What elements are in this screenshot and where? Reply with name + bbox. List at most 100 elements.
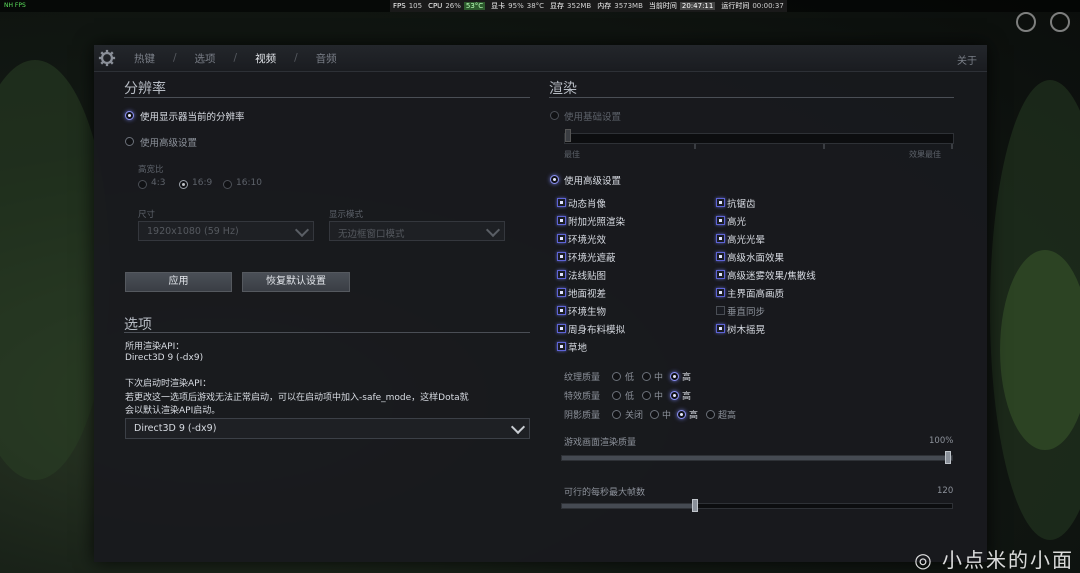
render-option-checkbox[interactable]: [557, 288, 566, 297]
max-fps-fill: [562, 504, 695, 508]
chevron-down-icon: [485, 222, 501, 238]
stat-gpu: 显卡 95% 38°C: [491, 2, 545, 10]
display-mode-dropdown[interactable]: 无边框窗口模式: [329, 221, 505, 241]
aspect-16-10-label: 16:10: [236, 178, 262, 188]
use-advanced-resolution-radio[interactable]: [125, 137, 134, 146]
texture-high-label: 高: [682, 373, 692, 383]
render-option-label: 高级水面效果: [727, 253, 785, 264]
render-option-checkbox[interactable]: [716, 270, 725, 279]
basic-quality-slider-thumb[interactable]: [565, 129, 571, 142]
hud-circle-icon: [1016, 12, 1036, 32]
render-option-label: 动态肖像: [568, 199, 607, 210]
tab-separator: /: [233, 52, 238, 64]
tab-options[interactable]: 选项: [195, 51, 216, 66]
render-option-checkbox[interactable]: [716, 198, 725, 207]
render-option-checkbox[interactable]: [557, 342, 566, 351]
texture-high-radio[interactable]: [670, 372, 679, 381]
render-option-checkbox[interactable]: [557, 198, 566, 207]
shadow-mid-label: 中: [662, 411, 672, 421]
render-option-label: 周身布料模拟: [568, 325, 626, 336]
render-option-checkbox[interactable]: [557, 252, 566, 261]
tab-hotkeys[interactable]: 热键: [134, 51, 155, 66]
resolution-size-value: 1920x1080 (59 Hz): [147, 226, 239, 237]
use-basic-render-label: 使用基础设置: [564, 112, 622, 123]
aspect-16-9-radio[interactable]: [179, 180, 188, 189]
render-option-checkbox[interactable]: [716, 252, 725, 261]
render-option-label: 环境光遮蔽: [568, 253, 616, 264]
render-option-checkbox[interactable]: [716, 288, 725, 297]
render-option-checkbox[interactable]: [557, 234, 566, 243]
use-basic-render-radio[interactable]: [550, 111, 559, 120]
watermark: ◎ 小点米的小面: [914, 548, 1074, 572]
use-display-resolution-label: 使用显示器当前的分辨率: [140, 112, 245, 123]
about-link[interactable]: 关于: [957, 52, 977, 67]
chevron-down-icon: [510, 419, 526, 435]
restore-defaults-button[interactable]: 恢复默认设置: [242, 272, 350, 292]
stat-runtime: 运行时间 00:00:37: [721, 2, 784, 10]
render-option-checkbox[interactable]: [716, 216, 725, 225]
shadow-quality-label: 阴影质量: [564, 411, 601, 421]
tab-audio[interactable]: 音频: [316, 51, 337, 66]
basic-quality-slider[interactable]: [564, 133, 954, 144]
render-option-checkbox[interactable]: [557, 270, 566, 279]
size-label: 尺寸: [138, 210, 156, 220]
gear-icon[interactable]: [98, 49, 116, 67]
texture-mid-label: 中: [654, 373, 664, 383]
settings-navbar: 热键 / 选项 / 视频 / 音频 关于: [94, 45, 987, 72]
texture-mid-radio[interactable]: [642, 372, 651, 381]
render-option-checkbox[interactable]: [557, 306, 566, 315]
shadow-high-radio[interactable]: [677, 410, 686, 419]
render-option-label: 地面视差: [568, 289, 607, 300]
texture-low-label: 低: [625, 373, 635, 383]
render-quality-slider[interactable]: [561, 455, 953, 461]
effect-mid-radio[interactable]: [642, 391, 651, 400]
use-display-resolution-radio[interactable]: [125, 111, 134, 120]
shadow-high-label: 高: [689, 411, 699, 421]
render-option-label: 抗锯齿: [727, 199, 756, 210]
shadow-mid-radio[interactable]: [650, 410, 659, 419]
display-mode-label: 显示模式: [329, 210, 364, 220]
divider: [124, 332, 530, 333]
effect-high-radio[interactable]: [670, 391, 679, 400]
apply-button[interactable]: 应用: [125, 272, 232, 292]
render-quality-slider-thumb[interactable]: [945, 451, 951, 464]
effect-quality-label: 特效质量: [564, 392, 601, 402]
effect-low-radio[interactable]: [612, 391, 621, 400]
stat-cpu: CPU 26% 53°C: [428, 2, 486, 10]
max-fps-slider[interactable]: [561, 503, 953, 509]
render-option-checkbox[interactable]: [557, 216, 566, 225]
tab-separator: /: [294, 52, 298, 64]
use-advanced-resolution-label: 使用高级设置: [140, 138, 198, 149]
effect-low-label: 低: [625, 392, 635, 402]
display-mode-value: 无边框窗口模式: [338, 229, 405, 240]
options-section-title: 选项: [124, 317, 152, 333]
render-option-checkbox[interactable]: [716, 324, 725, 333]
current-api-value: Direct3D 9 (-dx9): [125, 353, 204, 363]
chevron-down-icon: [294, 222, 310, 238]
api-warning-line-2: 会以默认渲染API启动。: [125, 406, 221, 416]
resolution-size-dropdown[interactable]: 1920x1080 (59 Hz): [138, 221, 314, 241]
shadow-off-radio[interactable]: [612, 410, 621, 419]
shadow-ultra-radio[interactable]: [706, 410, 715, 419]
render-option-label: 草地: [568, 343, 588, 354]
basic-slider-left-label: 最佳: [564, 150, 580, 159]
render-option-label: 环境光效: [568, 235, 607, 246]
texture-low-radio[interactable]: [612, 372, 621, 381]
max-fps-slider-thumb[interactable]: [691, 499, 698, 512]
render-api-dropdown[interactable]: Direct3D 9 (-dx9): [125, 418, 530, 439]
tab-video[interactable]: 视频: [255, 51, 276, 66]
render-option-checkbox[interactable]: [716, 234, 725, 243]
settings-panel: 热键 / 选项 / 视频 / 音频 关于 分辨率 使用显示器当前的分辨率 使用高…: [94, 45, 987, 562]
use-advanced-render-radio[interactable]: [550, 175, 559, 184]
shadow-off-label: 关闭: [625, 411, 644, 421]
render-quality-fill: [562, 456, 952, 460]
performance-overlay: NH FPS FPS 105 CPU 26% 53°C 显卡 95% 38°C 显存 352…: [0, 0, 1080, 12]
render-option-label: 主界面高画质: [727, 289, 785, 300]
render-option-checkbox[interactable]: [557, 324, 566, 333]
hud-corner-icons: [1016, 12, 1070, 32]
render-option-checkbox[interactable]: [716, 306, 725, 315]
aspect-16-10-radio[interactable]: [223, 180, 232, 189]
render-option-label: 高光: [727, 217, 747, 228]
aspect-4-3-radio[interactable]: [138, 180, 147, 189]
render-option-label: 环境生物: [568, 307, 607, 318]
